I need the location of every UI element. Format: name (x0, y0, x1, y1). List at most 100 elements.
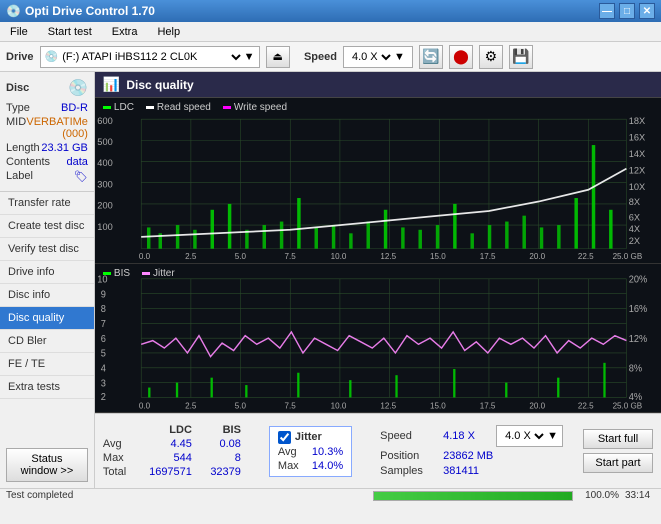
stats-bis-header: BIS (196, 424, 241, 436)
drive-selector-icon: 💿 (45, 50, 59, 63)
read-speed-legend: Read speed (146, 102, 211, 113)
drive-selector[interactable]: 💿 (F:) ATAPI iHBS112 2 CL0K ▼ (40, 46, 260, 68)
write-speed-legend: Write speed (223, 102, 287, 113)
speed-stat-dropdown[interactable]: 4.0 X (501, 429, 547, 443)
svg-text:20%: 20% (629, 274, 648, 285)
refresh-button[interactable]: 🔄 (419, 45, 443, 69)
status-time: 33:14 (625, 490, 655, 501)
menu-file[interactable]: File (4, 24, 34, 40)
svg-text:7.5: 7.5 (284, 252, 296, 261)
menu-extra[interactable]: Extra (106, 24, 144, 40)
status-text: Test completed (6, 490, 367, 501)
eject-button[interactable]: ⏏ (266, 46, 290, 68)
speed-selector[interactable]: 4.0 X ▼ (343, 46, 413, 68)
svg-text:6: 6 (101, 333, 106, 344)
svg-text:14X: 14X (629, 149, 646, 159)
disc-label-row: Label 🏷 (6, 170, 88, 183)
title-bar: 💿 Opti Drive Control 1.70 — □ ✕ (0, 0, 661, 22)
svg-text:20.0: 20.0 (529, 252, 545, 261)
svg-text:7.5: 7.5 (284, 400, 296, 410)
menu-start-test[interactable]: Start test (42, 24, 98, 40)
disc-contents-label: Contents (6, 156, 50, 168)
bis-legend: BIS (103, 268, 130, 279)
verify-test-disc-label: Verify test disc (8, 243, 79, 255)
disc-mid-value: VERBATIMe (000) (26, 116, 88, 140)
stats-ldc-header: LDC (137, 424, 192, 436)
svg-text:9: 9 (101, 289, 106, 300)
save-button[interactable]: 💾 (509, 45, 533, 69)
progress-percentage: 100.0% (579, 490, 619, 501)
svg-text:2: 2 (101, 391, 106, 402)
stats-total-row: Total 1697571 32379 (103, 466, 241, 478)
status-bar: Test completed 100.0% 33:14 (0, 488, 661, 502)
svg-text:18X: 18X (629, 116, 646, 126)
menu-help[interactable]: Help (151, 24, 186, 40)
svg-text:12.5: 12.5 (380, 400, 396, 410)
burn-button[interactable]: ⬤ (449, 45, 473, 69)
svg-text:10.0: 10.0 (331, 400, 347, 410)
jitter-max-row: Max 14.0% (278, 460, 343, 472)
jitter-checkbox[interactable] (278, 431, 291, 444)
drive-dropdown[interactable]: (F:) ATAPI iHBS112 2 CL0K (58, 50, 243, 64)
jitter-avg-value: 10.3% (312, 446, 343, 458)
stats-max-label: Max (103, 452, 133, 464)
sidebar-item-verify-test-disc[interactable]: Verify test disc (0, 238, 94, 261)
svg-text:20.0: 20.0 (529, 400, 545, 410)
disc-quality-title: Disc quality (126, 78, 193, 92)
start-buttons: Start full Start part (583, 429, 653, 473)
svg-text:200: 200 (97, 201, 112, 211)
jitter-legend: Jitter (142, 268, 175, 279)
stats-total-bis: 32379 (196, 466, 241, 478)
sidebar-item-disc-quality[interactable]: Disc quality (0, 307, 94, 330)
disc-type-row: Type BD-R (6, 102, 88, 114)
fe-te-label: FE / TE (8, 358, 45, 370)
position-row: Position 23862 MB (380, 450, 563, 462)
sidebar-item-cd-bler[interactable]: CD Bler (0, 330, 94, 353)
svg-text:12%: 12% (629, 333, 648, 344)
content-area: 📊 Disc quality LDC Read speed (95, 72, 661, 488)
sidebar-item-drive-info[interactable]: Drive info (0, 261, 94, 284)
sidebar-item-fe-te[interactable]: FE / TE (0, 353, 94, 376)
progress-bar (373, 491, 573, 501)
stats-bar: LDC BIS Avg 4.45 0.08 Max 544 8 Total 16… (95, 413, 661, 488)
chart1-svg: 600 500 400 300 200 100 18X 16X 14X 12X … (95, 98, 661, 263)
menu-bar: File Start test Extra Help (0, 22, 661, 42)
position-label: Position (380, 450, 435, 462)
sidebar-item-transfer-rate[interactable]: Transfer rate (0, 192, 94, 215)
stats-max-row: Max 544 8 (103, 452, 241, 464)
minimize-button[interactable]: — (599, 3, 615, 19)
disc-contents-value: data (66, 156, 87, 168)
svg-text:15.0: 15.0 (430, 400, 446, 410)
close-button[interactable]: ✕ (639, 3, 655, 19)
sidebar-item-extra-tests[interactable]: Extra tests (0, 376, 94, 399)
title-bar-title: 💿 Opti Drive Control 1.70 (6, 4, 155, 18)
disc-section-title: Disc (6, 82, 29, 94)
jitter-max-label: Max (278, 460, 308, 472)
jitter-avg-row: Avg 10.3% (278, 446, 343, 458)
maximize-button[interactable]: □ (619, 3, 635, 19)
svg-text:22.5: 22.5 (578, 400, 594, 410)
disc-length-row: Length 23.31 GB (6, 142, 88, 154)
settings-button[interactable]: ⚙ (479, 45, 503, 69)
svg-text:25.0 GB: 25.0 GB (612, 252, 642, 261)
speed-stat-selector[interactable]: 4.0 X ▼ (496, 425, 563, 447)
speed-stat-arrow: ▼ (547, 430, 558, 442)
disc-type-label: Type (6, 102, 30, 114)
status-window-button[interactable]: Status window >> (6, 448, 88, 482)
svg-text:8X: 8X (629, 197, 641, 207)
disc-label-label: Label (6, 170, 33, 183)
sidebar-item-create-test-disc[interactable]: Create test disc (0, 215, 94, 238)
disc-quality-icon: 📊 (103, 76, 120, 93)
speed-dropdown[interactable]: 4.0 X (348, 50, 394, 64)
sidebar-item-disc-info[interactable]: Disc info (0, 284, 94, 307)
cd-bler-label: CD Bler (8, 335, 47, 347)
stats-avg-ldc: 4.45 (137, 438, 192, 450)
start-part-button[interactable]: Start part (583, 453, 653, 473)
svg-text:500: 500 (97, 137, 112, 147)
disc-contents-row: Contents data (6, 156, 88, 168)
samples-row: Samples 381411 (380, 465, 563, 477)
start-full-button[interactable]: Start full (583, 429, 653, 449)
speed-position-section: Speed 4.18 X 4.0 X ▼ Position 23862 MB S… (380, 425, 563, 477)
svg-text:300: 300 (97, 179, 112, 189)
speed-stat-value: 4.18 X (443, 430, 488, 442)
